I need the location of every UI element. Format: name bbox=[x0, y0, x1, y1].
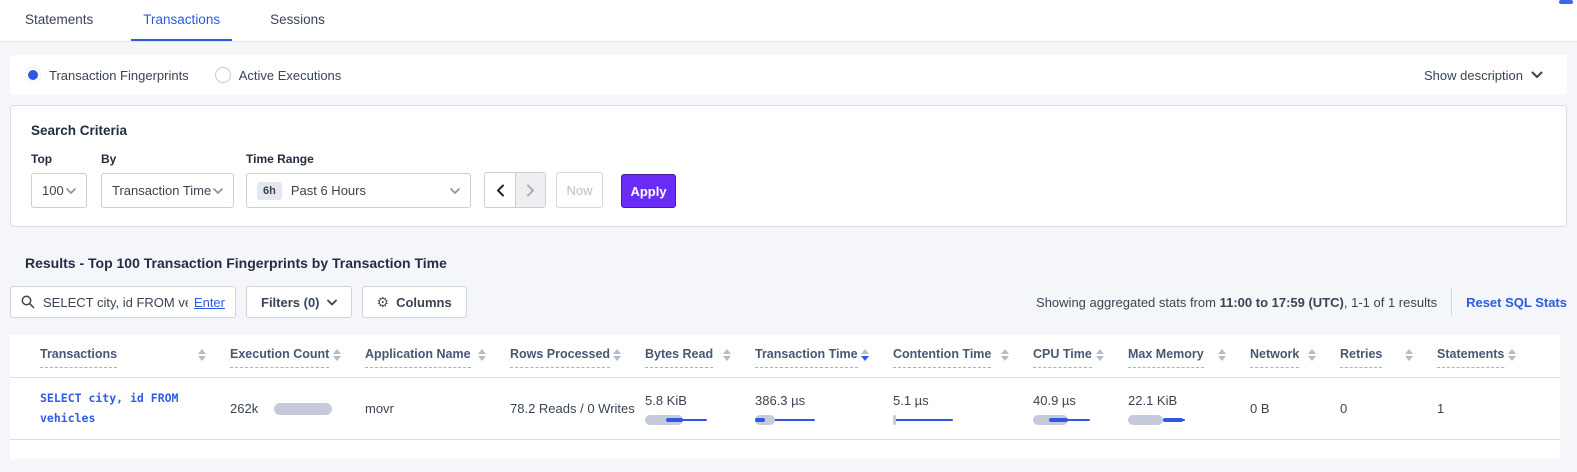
search-criteria-title: Search Criteria bbox=[31, 123, 1546, 138]
column-header-rows-processed[interactable]: Rows Processed bbox=[510, 347, 645, 377]
radio-selected-icon bbox=[25, 67, 41, 83]
by-select[interactable]: Transaction Time bbox=[101, 173, 234, 208]
time-range-badge: 6h bbox=[257, 182, 282, 200]
tab-sessions[interactable]: Sessions bbox=[258, 0, 337, 41]
reset-sql-stats-link[interactable]: Reset SQL Stats bbox=[1466, 295, 1567, 310]
retries-cell: 0 bbox=[1340, 401, 1437, 416]
table-row: SELECT city, id FROM vehicles 262k movr … bbox=[10, 378, 1560, 440]
radio-label: Transaction Fingerprints bbox=[49, 68, 189, 83]
top-field: Top 100 bbox=[31, 152, 87, 208]
stats-summary-area: Showing aggregated stats from 11:00 to 1… bbox=[1036, 288, 1567, 316]
sort-icon[interactable] bbox=[1001, 349, 1009, 361]
sort-icon[interactable] bbox=[1508, 349, 1516, 361]
transaction-time-cell: 386.3 µs bbox=[755, 393, 893, 425]
contention-time-bar bbox=[893, 415, 1033, 425]
column-header-execution-count[interactable]: Execution Count bbox=[230, 347, 365, 377]
execution-count-bar bbox=[274, 403, 332, 415]
application-name-cell: movr bbox=[365, 401, 510, 416]
sort-icon[interactable] bbox=[198, 349, 206, 361]
column-header-transactions[interactable]: Transactions bbox=[40, 347, 230, 377]
chevron-left-icon bbox=[496, 184, 505, 197]
results-heading: Results - Top 100 Transaction Fingerprin… bbox=[25, 255, 1577, 271]
chevron-down-icon bbox=[327, 299, 337, 306]
columns-button[interactable]: ⚙ Columns bbox=[362, 286, 467, 318]
time-range-select[interactable]: 6h Past 6 Hours bbox=[246, 173, 471, 208]
view-toggle-bar: Transaction Fingerprints Active Executio… bbox=[10, 55, 1567, 95]
max-memory-cell: 22.1 KiB bbox=[1128, 393, 1250, 425]
filters-button[interactable]: Filters (0) bbox=[246, 286, 352, 318]
bytes-read-cell: 5.8 KiB bbox=[645, 393, 755, 425]
apply-button[interactable]: Apply bbox=[621, 174, 676, 208]
sort-icon[interactable] bbox=[1218, 349, 1226, 361]
column-header-max-memory[interactable]: Max Memory bbox=[1128, 347, 1250, 377]
top-select[interactable]: 100 bbox=[31, 173, 87, 208]
sort-icon[interactable] bbox=[1405, 349, 1413, 361]
now-button[interactable]: Now bbox=[556, 172, 603, 208]
cpu-time-bar bbox=[1033, 415, 1128, 425]
scrollbar-thumb[interactable] bbox=[1559, 0, 1573, 4]
sort-icon[interactable] bbox=[478, 349, 486, 361]
column-header-statements[interactable]: Statements bbox=[1437, 347, 1540, 377]
radio-unselected-icon bbox=[215, 67, 231, 83]
transaction-time-bar bbox=[755, 415, 893, 425]
chevron-right-icon bbox=[526, 184, 535, 197]
chevron-down-icon bbox=[1531, 71, 1543, 79]
time-range-field: Time Range 6h Past 6 Hours bbox=[246, 152, 471, 208]
rows-processed-cell: 78.2 Reads / 0 Writes bbox=[510, 401, 645, 416]
column-header-contention-time[interactable]: Contention Time bbox=[893, 347, 1033, 377]
time-range-nav bbox=[484, 172, 546, 208]
network-cell: 0 B bbox=[1250, 401, 1340, 416]
chevron-down-icon bbox=[66, 188, 76, 194]
radio-transaction-fingerprints[interactable]: Transaction Fingerprints bbox=[25, 67, 189, 83]
chevron-down-icon bbox=[213, 188, 223, 194]
gear-icon: ⚙ bbox=[377, 295, 390, 309]
transactions-table: Transactions Execution Count Application… bbox=[10, 335, 1560, 459]
radio-label: Active Executions bbox=[239, 68, 342, 83]
radio-active-executions[interactable]: Active Executions bbox=[215, 67, 342, 83]
sort-icon[interactable] bbox=[723, 349, 731, 361]
sort-icon[interactable] bbox=[1096, 349, 1104, 361]
statements-cell: 1 bbox=[1437, 401, 1540, 416]
sort-icon[interactable] bbox=[1308, 349, 1316, 361]
tab-statements[interactable]: Statements bbox=[13, 0, 105, 41]
sort-icon[interactable] bbox=[333, 349, 341, 361]
search-criteria-panel: Search Criteria Top 100 By Transaction T… bbox=[10, 105, 1567, 227]
show-description-toggle[interactable]: Show description bbox=[1424, 68, 1543, 83]
transactions-page: Statements Transactions Sessions Transac… bbox=[0, 0, 1577, 472]
results-toolbar: Enter Filters (0) ⚙ Columns Showing aggr… bbox=[10, 286, 1567, 318]
prev-time-range-button[interactable] bbox=[485, 173, 515, 207]
table-header-row: Transactions Execution Count Application… bbox=[10, 335, 1560, 378]
cpu-time-cell: 40.9 µs bbox=[1033, 393, 1128, 425]
search-enter-button[interactable]: Enter bbox=[194, 295, 225, 310]
search-icon bbox=[21, 295, 35, 309]
chevron-down-icon bbox=[450, 188, 460, 194]
column-header-bytes-read[interactable]: Bytes Read bbox=[645, 347, 755, 377]
next-time-range-button[interactable] bbox=[515, 173, 545, 207]
search-input[interactable] bbox=[43, 295, 188, 310]
by-field: By Transaction Time bbox=[101, 152, 234, 208]
transaction-fingerprint-link[interactable]: SELECT city, id FROM vehicles bbox=[40, 391, 178, 425]
column-header-retries[interactable]: Retries bbox=[1340, 347, 1437, 377]
max-memory-bar bbox=[1128, 415, 1250, 425]
bytes-read-bar bbox=[645, 415, 755, 425]
transaction-cell: SELECT city, id FROM vehicles bbox=[40, 389, 230, 428]
column-header-cpu-time[interactable]: CPU Time bbox=[1033, 347, 1128, 377]
divider bbox=[1451, 288, 1452, 316]
execution-count-cell: 262k bbox=[230, 401, 365, 416]
contention-time-cell: 5.1 µs bbox=[893, 393, 1033, 425]
column-header-transaction-time[interactable]: Transaction Time bbox=[755, 347, 893, 377]
column-header-application-name[interactable]: Application Name bbox=[365, 347, 510, 377]
aggregated-stats-text: Showing aggregated stats from 11:00 to 1… bbox=[1036, 295, 1437, 310]
sort-icon[interactable] bbox=[861, 349, 869, 361]
tab-transactions[interactable]: Transactions bbox=[131, 0, 232, 41]
column-header-network[interactable]: Network bbox=[1250, 347, 1340, 377]
search-box: Enter bbox=[10, 286, 236, 318]
sort-icon[interactable] bbox=[613, 349, 621, 361]
page-tabs: Statements Transactions Sessions bbox=[0, 0, 1577, 42]
